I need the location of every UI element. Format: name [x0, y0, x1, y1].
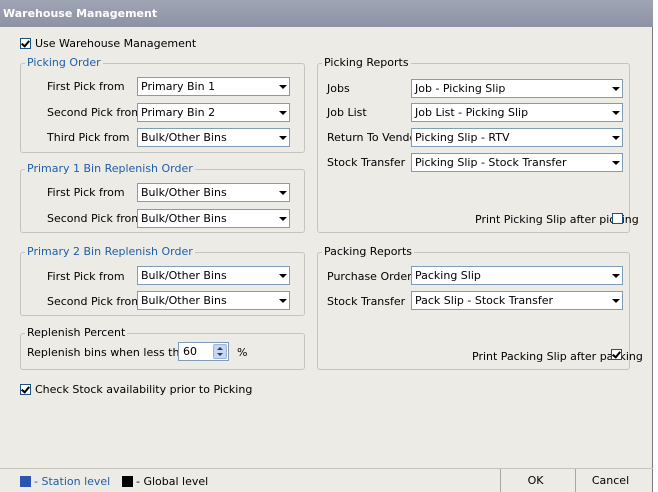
job-list-report-value: Job List - Picking Slip [415, 106, 529, 119]
global-level-swatch [122, 476, 133, 487]
replenish-percent-spinner[interactable]: 60 [178, 342, 229, 361]
third-pick-label: Third Pick from [47, 131, 130, 144]
chevron-down-icon[interactable] [611, 133, 620, 142]
job-list-label: Job List [327, 106, 367, 119]
p2-first-pick-select[interactable]: Bulk/Other Bins [137, 266, 290, 285]
p1-first-pick-value: Bulk/Other Bins [141, 186, 227, 199]
p2-first-pick-value: Bulk/Other Bins [141, 269, 227, 282]
chevron-down-icon[interactable] [611, 296, 620, 305]
warehouse-management-dialog: Warehouse Management Use Warehouse Manag… [0, 0, 653, 492]
p2-second-pick-select[interactable]: Bulk/Other Bins [137, 291, 290, 310]
p2-first-pick-label: First Pick from [47, 270, 125, 283]
jobs-report-select[interactable]: Job - Picking Slip [411, 79, 623, 98]
packing-stock-transfer-select[interactable]: Pack Slip - Stock Transfer [411, 291, 623, 310]
chevron-down-icon[interactable] [278, 188, 287, 197]
station-level-swatch [20, 476, 31, 487]
chevron-down-icon[interactable] [278, 108, 287, 117]
print-picking-slip-checkbox[interactable] [612, 213, 623, 224]
print-packing-slip-checkbox[interactable] [611, 349, 622, 360]
picking-second-pick-select[interactable]: Primary Bin 2 [137, 103, 290, 122]
picking-third-pick-value: Bulk/Other Bins [141, 131, 227, 144]
chevron-down-icon[interactable] [611, 158, 620, 167]
job-list-report-select[interactable]: Job List - Picking Slip [411, 103, 623, 122]
station-level-label: - Station level [34, 475, 111, 488]
purchase-order-report-select[interactable]: Packing Slip [411, 266, 623, 285]
stock-transfer-label: Stock Transfer [327, 156, 406, 169]
cancel-button[interactable]: Cancel [575, 469, 645, 492]
chevron-down-icon[interactable] [611, 84, 620, 93]
chevron-down-icon[interactable] [278, 214, 287, 223]
packing-stock-transfer-label: Stock Transfer [327, 295, 406, 308]
second-pick-label: Second Pick from [47, 106, 142, 119]
p2-second-pick-label: Second Pick from [47, 295, 142, 308]
purchase-order-label: Purchase Order [327, 270, 412, 283]
chevron-down-icon[interactable] [611, 271, 620, 280]
picking-reports-title: Picking Reports [322, 56, 411, 69]
stock-transfer-report-select[interactable]: Picking Slip - Stock Transfer [411, 153, 623, 172]
stock-transfer-report-value: Picking Slip - Stock Transfer [415, 156, 567, 169]
check-stock-checkbox[interactable] [20, 384, 31, 395]
primary1-replenish-title: Primary 1 Bin Replenish Order [25, 162, 195, 175]
percent-unit-label: % [237, 346, 248, 359]
chevron-down-icon[interactable] [611, 108, 620, 117]
use-warehouse-management-checkbox[interactable] [20, 38, 31, 49]
picking-second-pick-value: Primary Bin 2 [141, 106, 216, 119]
replenish-percent-value: 60 [183, 345, 197, 358]
picking-third-pick-select[interactable]: Bulk/Other Bins [137, 128, 290, 147]
chevron-down-icon[interactable] [278, 133, 287, 142]
ok-button[interactable]: OK [500, 469, 570, 492]
p2-second-pick-value: Bulk/Other Bins [141, 294, 227, 307]
picking-first-pick-value: Primary Bin 1 [141, 80, 216, 93]
chevron-down-icon[interactable] [278, 82, 287, 91]
jobs-report-value: Job - Picking Slip [415, 82, 506, 95]
dialog-footer: - Station level - Global level OK Cancel [0, 468, 653, 492]
p1-second-pick-label: Second Pick from [47, 212, 142, 225]
p1-first-pick-label: First Pick from [47, 186, 125, 199]
check-stock-label: Check Stock availability prior to Pickin… [35, 383, 253, 396]
packing-stock-transfer-value: Pack Slip - Stock Transfer [415, 294, 554, 307]
packing-reports-title: Packing Reports [322, 245, 414, 258]
rtv-report-value: Picking Slip - RTV [415, 131, 510, 144]
replenish-percent-title: Replenish Percent [25, 326, 128, 339]
first-pick-label: First Pick from [47, 80, 125, 93]
window-edge [653, 0, 658, 492]
chevron-down-icon[interactable] [278, 296, 287, 305]
global-level-label: - Global level [136, 475, 209, 488]
p1-first-pick-select[interactable]: Bulk/Other Bins [137, 183, 290, 202]
picking-order-title: Picking Order [25, 56, 103, 69]
dialog-title: Warehouse Management [0, 0, 653, 27]
purchase-order-report-value: Packing Slip [415, 269, 481, 282]
rtv-report-select[interactable]: Picking Slip - RTV [411, 128, 623, 147]
return-to-vendor-label: Return To Vendor [327, 131, 421, 144]
p1-second-pick-value: Bulk/Other Bins [141, 212, 227, 225]
primary2-replenish-title: Primary 2 Bin Replenish Order [25, 245, 195, 258]
jobs-label: Jobs [327, 82, 350, 95]
replenish-bins-label: Replenish bins when less than [27, 346, 194, 359]
picking-first-pick-select[interactable]: Primary Bin 1 [137, 77, 290, 96]
chevron-down-icon[interactable] [278, 271, 287, 280]
use-warehouse-management-label: Use Warehouse Management [35, 37, 197, 50]
p1-second-pick-select[interactable]: Bulk/Other Bins [137, 209, 290, 228]
spin-arrows-icon[interactable] [213, 344, 227, 359]
